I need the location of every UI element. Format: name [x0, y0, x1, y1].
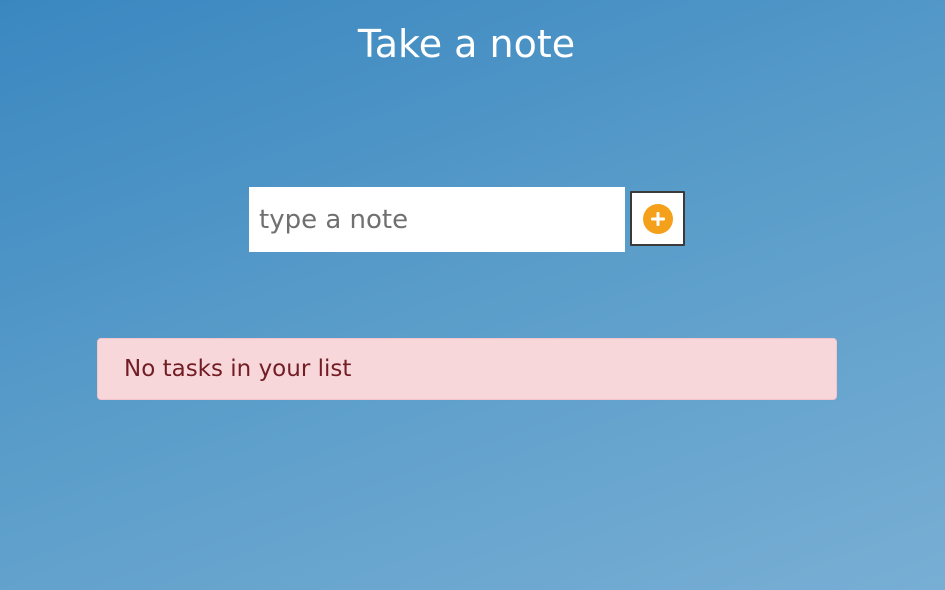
- page-title: Take a note: [357, 22, 576, 66]
- empty-list-message: No tasks in your list: [124, 356, 352, 382]
- add-note-button[interactable]: [630, 191, 685, 246]
- note-input[interactable]: [249, 187, 625, 252]
- plus-circle-icon: [642, 203, 673, 234]
- empty-list-alert: No tasks in your list: [97, 338, 837, 400]
